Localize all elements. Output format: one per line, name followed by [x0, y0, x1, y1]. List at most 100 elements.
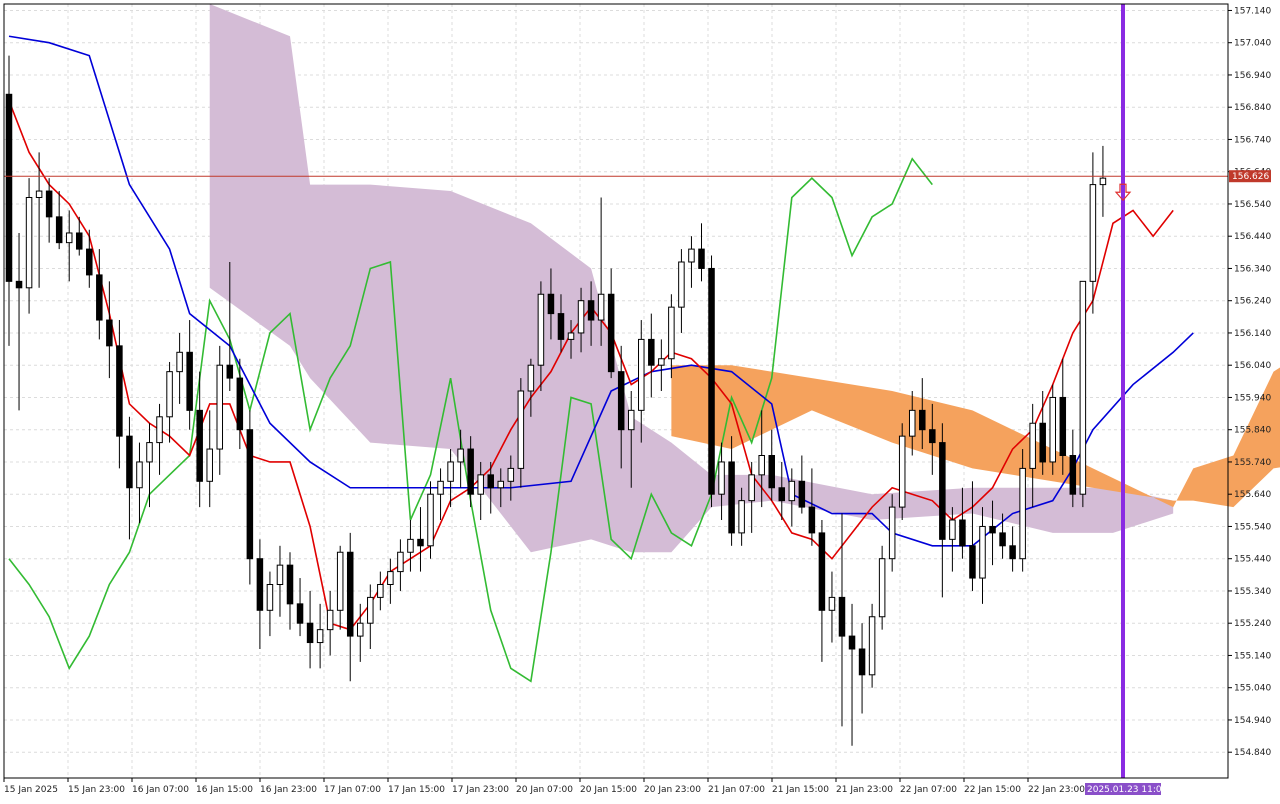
- candle-body: [35, 190, 43, 199]
- candle-body: [216, 364, 224, 450]
- candle-body: [728, 461, 735, 534]
- candle-body: [858, 648, 866, 676]
- y-tick-label: 157.140: [1234, 6, 1271, 16]
- candle-body: [979, 525, 986, 579]
- candle-body: [477, 474, 484, 495]
- candle-body: [878, 558, 886, 618]
- candle-body: [166, 371, 173, 418]
- candle-body: [176, 351, 183, 373]
- candle-body: [959, 519, 966, 547]
- candle-body: [286, 564, 294, 605]
- y-tick-label: 156.340: [1234, 264, 1271, 274]
- candle-body: [617, 371, 625, 431]
- candle-body: [15, 280, 23, 289]
- y-tick-label: 155.740: [1234, 458, 1271, 468]
- candle-body: [377, 584, 384, 598]
- candle-body: [708, 267, 715, 495]
- candle-body: [397, 551, 404, 573]
- candle-body: [1009, 545, 1016, 560]
- candle-body: [758, 455, 765, 476]
- candle-body: [638, 338, 645, 411]
- candle-body: [658, 358, 665, 366]
- candle-body: [828, 596, 836, 611]
- candle-body: [296, 603, 304, 624]
- candle-body: [888, 506, 896, 560]
- candle-body: [798, 480, 806, 508]
- ichimoku-chart[interactable]: 157.140 157.040 156.940 156.840 156.740 156.6…: [0, 0, 1280, 800]
- y-tick-label: 157.040: [1234, 39, 1271, 49]
- y-tick-label: 156.740: [1234, 135, 1271, 145]
- candle-body: [457, 448, 464, 463]
- x-tick-label: 20 Jan 15:00: [580, 785, 637, 795]
- x-tick-label: 22 Jan 23:00: [1028, 785, 1085, 795]
- x-tick-label: 15 Jan 2025: [4, 785, 58, 795]
- candle-body: [1049, 396, 1057, 463]
- candle[interactable]: [1049, 384, 1057, 475]
- future-time-label: 2025.01.23 11:00: [1087, 785, 1168, 795]
- y-tick-label: 155.240: [1234, 619, 1271, 629]
- chart-area[interactable]: 157.140 157.040 156.940 156.840 156.740 156.6…: [0, 0, 1280, 800]
- x-tick-label: 21 Jan 23:00: [836, 785, 893, 795]
- candle-body: [126, 435, 133, 489]
- x-tick-label: 21 Jan 07:00: [708, 785, 765, 795]
- candle-body: [357, 622, 364, 637]
- candle-body: [929, 429, 936, 444]
- candle[interactable]: [1079, 280, 1087, 508]
- y-tick-label: 155.040: [1234, 684, 1271, 694]
- candle-body: [919, 409, 926, 431]
- candle-body: [567, 332, 575, 340]
- candle-body: [678, 261, 685, 308]
- x-tick-label: 17 Jan 07:00: [324, 785, 381, 795]
- x-tick-label: 15 Jan 23:00: [68, 785, 125, 795]
- x-tick-label: 20 Jan 23:00: [644, 785, 701, 795]
- candle-body: [748, 474, 755, 502]
- candle-body: [326, 609, 334, 631]
- y-tick-label: 156.040: [1234, 361, 1271, 371]
- y-tick-label: 156.940: [1234, 71, 1271, 81]
- candle-body: [1069, 455, 1077, 495]
- candle-body: [517, 390, 525, 469]
- candle-body: [527, 364, 535, 392]
- candle-body: [1029, 422, 1036, 469]
- candle-body: [718, 461, 725, 495]
- candle-body: [276, 564, 284, 586]
- candle-body: [65, 232, 73, 244]
- candle-body: [898, 435, 906, 508]
- candle-body: [387, 571, 394, 585]
- candle-body: [45, 190, 53, 218]
- y-tick-label: 154.840: [1234, 748, 1271, 758]
- candle-body: [778, 487, 786, 502]
- y-tick-label: 156.540: [1234, 200, 1271, 210]
- candle-body: [1089, 184, 1097, 282]
- x-tick-label: 16 Jan 07:00: [132, 785, 189, 795]
- candle[interactable]: [868, 603, 876, 688]
- y-tick-label: 154.940: [1234, 716, 1271, 726]
- candle-body: [25, 197, 33, 289]
- candle-body: [838, 596, 846, 637]
- candle-body: [96, 274, 103, 321]
- y-tick-label: 155.340: [1234, 587, 1271, 597]
- candle-body: [969, 545, 976, 579]
- candle[interactable]: [246, 410, 254, 585]
- x-tick-label: 21 Jan 15:00: [772, 785, 829, 795]
- candle-body: [768, 455, 775, 489]
- candle-body: [808, 506, 816, 534]
- y-tick-label: 155.840: [1234, 426, 1271, 436]
- x-tick-label: 16 Jan 23:00: [260, 785, 317, 795]
- candle-body: [557, 313, 565, 340]
- candle-body: [999, 532, 1006, 547]
- candle-body: [256, 558, 264, 611]
- candle-body: [226, 364, 234, 379]
- y-tick-label: 156.140: [1234, 329, 1271, 339]
- candle-body: [597, 293, 605, 321]
- candle-body: [336, 551, 344, 611]
- candle-body: [949, 519, 956, 540]
- candle[interactable]: [878, 545, 886, 630]
- candle[interactable]: [898, 423, 906, 520]
- candle-body: [447, 461, 454, 482]
- candle-body: [577, 300, 585, 334]
- x-tick-label: 17 Jan 15:00: [388, 785, 445, 795]
- candle-body: [106, 319, 113, 347]
- y-tick-label: 156.440: [1234, 232, 1271, 242]
- candle[interactable]: [708, 255, 715, 508]
